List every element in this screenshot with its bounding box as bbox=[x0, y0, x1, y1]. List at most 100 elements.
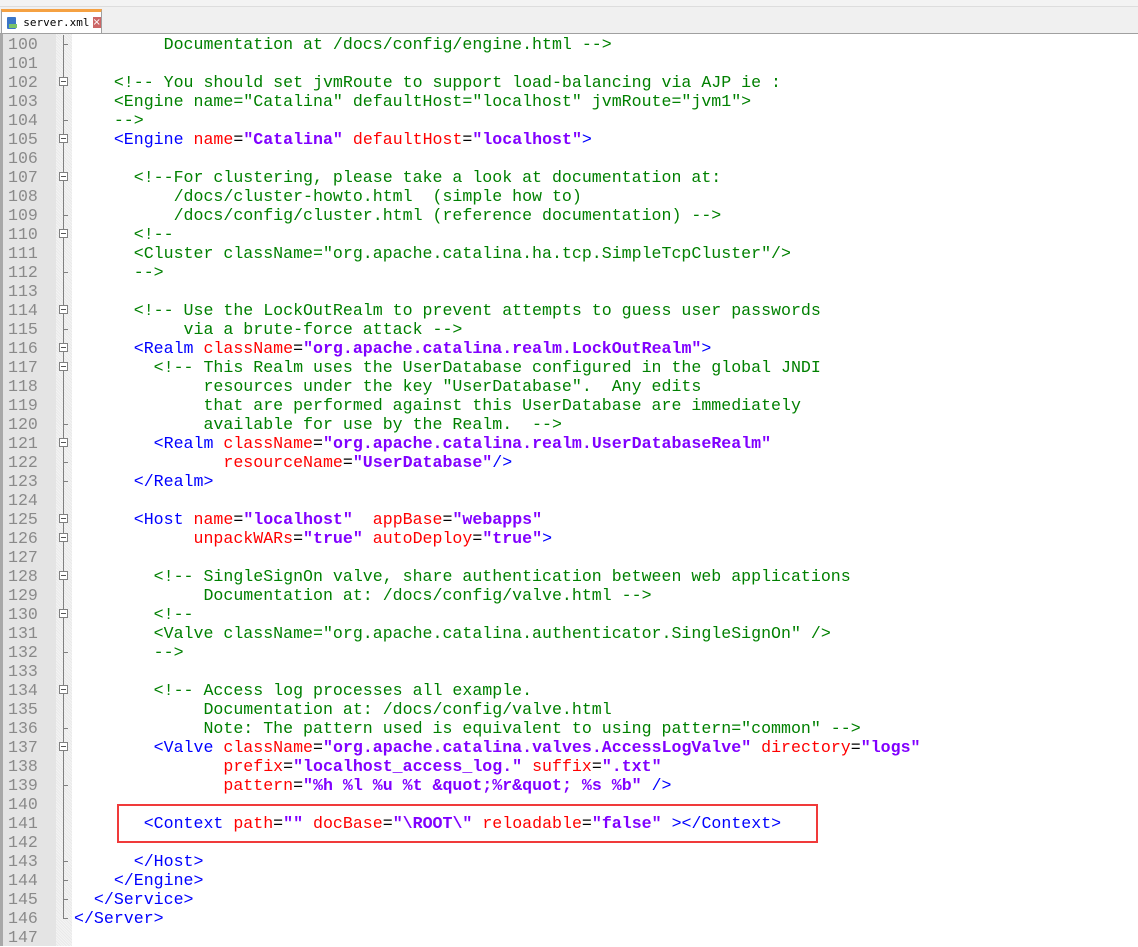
comment-text: resources under the key "UserDatabase". … bbox=[74, 377, 702, 396]
equals-sign: = bbox=[472, 529, 483, 548]
code-line[interactable]: 117 <!-- This Realm uses the UserDatabas… bbox=[0, 358, 1138, 377]
comment-text: Documentation at: /docs/config/valve.htm… bbox=[74, 586, 652, 605]
line-number: 104 bbox=[8, 111, 38, 130]
code-line[interactable]: 135 Documentation at: /docs/config/valve… bbox=[0, 700, 1138, 719]
fold-collapse-icon[interactable] bbox=[59, 514, 68, 523]
line-number: 132 bbox=[8, 643, 38, 662]
fold-collapse-icon[interactable] bbox=[59, 571, 68, 580]
fold-collapse-icon[interactable] bbox=[59, 438, 68, 447]
xml-tag: > bbox=[581, 130, 592, 149]
fold-end-marker bbox=[63, 481, 68, 482]
tab-server-xml[interactable]: server.xml × bbox=[1, 9, 102, 33]
code-line[interactable]: 136 Note: The pattern used is equivalent… bbox=[0, 719, 1138, 738]
comment-text: <!-- Access log processes all example. bbox=[74, 681, 533, 700]
equals-sign: = bbox=[283, 757, 294, 776]
code-line[interactable]: 113 bbox=[0, 282, 1138, 301]
code-text: <Host name="localhost" appBase="webapps" bbox=[74, 510, 542, 529]
code-line[interactable]: 146 </Server> bbox=[0, 909, 1138, 928]
code-line[interactable]: 128 <!-- SingleSignOn valve, share authe… bbox=[0, 567, 1138, 586]
fold-collapse-icon[interactable] bbox=[59, 77, 68, 86]
fold-collapse-icon[interactable] bbox=[59, 533, 68, 542]
code-line[interactable]: 122 resourceName="UserDatabase"/> bbox=[0, 453, 1138, 472]
xml-tag: <Realm bbox=[74, 339, 194, 358]
line-number: 112 bbox=[8, 263, 38, 282]
code-line[interactable]: 105 <Engine name="Catalina" defaultHost=… bbox=[0, 130, 1138, 149]
code-line[interactable]: 143 </Host> bbox=[0, 852, 1138, 871]
fold-end-marker bbox=[63, 215, 68, 216]
code-line[interactable]: 103 <Engine name="Catalina" defaultHost=… bbox=[0, 92, 1138, 111]
code-line[interactable]: 118 resources under the key "UserDatabas… bbox=[0, 377, 1138, 396]
code-line[interactable]: 147 bbox=[0, 928, 1138, 947]
code-line[interactable]: 145 </Service> bbox=[0, 890, 1138, 909]
line-number: 113 bbox=[8, 282, 38, 301]
code-line[interactable]: 139 pattern="%h %l %u %t &quot;%r&quot; … bbox=[0, 776, 1138, 795]
comment-text: /docs/config/cluster.html (reference doc… bbox=[74, 206, 722, 225]
code-line[interactable]: 133 bbox=[0, 662, 1138, 681]
code-line[interactable]: 123 </Realm> bbox=[0, 472, 1138, 491]
fold-collapse-icon[interactable] bbox=[59, 229, 68, 238]
equals-sign: = bbox=[233, 510, 244, 529]
code-line[interactable]: 124 bbox=[0, 491, 1138, 510]
attribute-name: resourceName bbox=[74, 453, 343, 472]
code-line[interactable]: 138 prefix="localhost_access_log." suffi… bbox=[0, 757, 1138, 776]
code-line[interactable]: 129 Documentation at: /docs/config/valve… bbox=[0, 586, 1138, 605]
comment-text: --> bbox=[74, 111, 144, 130]
code-line[interactable]: 100 Documentation at /docs/config/engine… bbox=[0, 35, 1138, 54]
code-line[interactable]: 116 <Realm className="org.apache.catalin… bbox=[0, 339, 1138, 358]
code-line[interactable]: 108 /docs/cluster-howto.html (simple how… bbox=[0, 187, 1138, 206]
code-line[interactable]: 131 <Valve className="org.apache.catalin… bbox=[0, 624, 1138, 643]
comment-text: that are performed against this UserData… bbox=[74, 396, 801, 415]
equals-sign: = bbox=[342, 453, 353, 472]
comment-text: <Cluster className="org.apache.catalina.… bbox=[74, 244, 791, 263]
code-line[interactable]: 114 <!-- Use the LockOutRealm to prevent… bbox=[0, 301, 1138, 320]
fold-collapse-icon[interactable] bbox=[59, 742, 68, 751]
equals-sign: = bbox=[233, 130, 244, 149]
code-line[interactable]: 115 via a brute-force attack --> bbox=[0, 320, 1138, 339]
code-text: </Service> bbox=[74, 890, 194, 909]
code-line[interactable]: 119 that are performed against this User… bbox=[0, 396, 1138, 415]
fold-collapse-icon[interactable] bbox=[59, 134, 68, 143]
code-line[interactable]: 132 --> bbox=[0, 643, 1138, 662]
comment-text: <!-- bbox=[74, 605, 194, 624]
fold-collapse-icon[interactable] bbox=[59, 172, 68, 181]
comment-text: <!-- SingleSignOn valve, share authentic… bbox=[74, 567, 851, 586]
attribute-name: name bbox=[183, 510, 234, 529]
fold-collapse-icon[interactable] bbox=[59, 685, 68, 694]
fold-end-marker bbox=[63, 785, 68, 786]
code-line[interactable]: 104 --> bbox=[0, 111, 1138, 130]
code-line[interactable]: 134 <!-- Access log processes all exampl… bbox=[0, 681, 1138, 700]
attribute-name: autoDeploy bbox=[362, 529, 473, 548]
attribute-value: "%h %l %u %t &quot;%r&quot; %s %b" bbox=[303, 776, 642, 795]
fold-end-marker bbox=[63, 861, 68, 862]
code-line[interactable]: 130 <!-- bbox=[0, 605, 1138, 624]
code-line[interactable]: 106 bbox=[0, 149, 1138, 168]
comment-text: Documentation at /docs/config/engine.htm… bbox=[74, 35, 612, 54]
code-line[interactable]: 144 </Engine> bbox=[0, 871, 1138, 890]
code-line[interactable]: 109 /docs/config/cluster.html (reference… bbox=[0, 206, 1138, 225]
code-line[interactable]: 110 <!-- bbox=[0, 225, 1138, 244]
attribute-name: pattern bbox=[74, 776, 294, 795]
code-line[interactable]: 101 bbox=[0, 54, 1138, 73]
comment-text: Note: The pattern used is equivalent to … bbox=[74, 719, 861, 738]
code-line[interactable]: 112 --> bbox=[0, 263, 1138, 282]
line-number: 118 bbox=[8, 377, 38, 396]
code-line[interactable]: 120 available for use by the Realm. --> bbox=[0, 415, 1138, 434]
fold-collapse-icon[interactable] bbox=[59, 362, 68, 371]
code-line[interactable]: 111 <Cluster className="org.apache.catal… bbox=[0, 244, 1138, 263]
fold-collapse-icon[interactable] bbox=[59, 305, 68, 314]
code-line[interactable]: 102 <!-- You should set jvmRoute to supp… bbox=[0, 73, 1138, 92]
fold-collapse-icon[interactable] bbox=[59, 343, 68, 352]
code-line[interactable]: 126 unpackWARs="true" autoDeploy="true"> bbox=[0, 529, 1138, 548]
close-tab-icon[interactable]: × bbox=[92, 17, 101, 28]
code-line[interactable]: 107 <!--For clustering, please take a lo… bbox=[0, 168, 1138, 187]
code-line[interactable]: 121 <Realm className="org.apache.catalin… bbox=[0, 434, 1138, 453]
code-line[interactable]: 127 bbox=[0, 548, 1138, 567]
line-number: 138 bbox=[8, 757, 38, 776]
code-line[interactable]: 125 <Host name="localhost" appBase="weba… bbox=[0, 510, 1138, 529]
line-number: 129 bbox=[8, 586, 38, 605]
fold-collapse-icon[interactable] bbox=[59, 609, 68, 618]
xml-tag: <Realm bbox=[74, 434, 214, 453]
code-editor[interactable]: 100 Documentation at /docs/config/engine… bbox=[0, 34, 1138, 947]
code-line[interactable]: 137 <Valve className="org.apache.catalin… bbox=[0, 738, 1138, 757]
line-number: 119 bbox=[8, 396, 38, 415]
